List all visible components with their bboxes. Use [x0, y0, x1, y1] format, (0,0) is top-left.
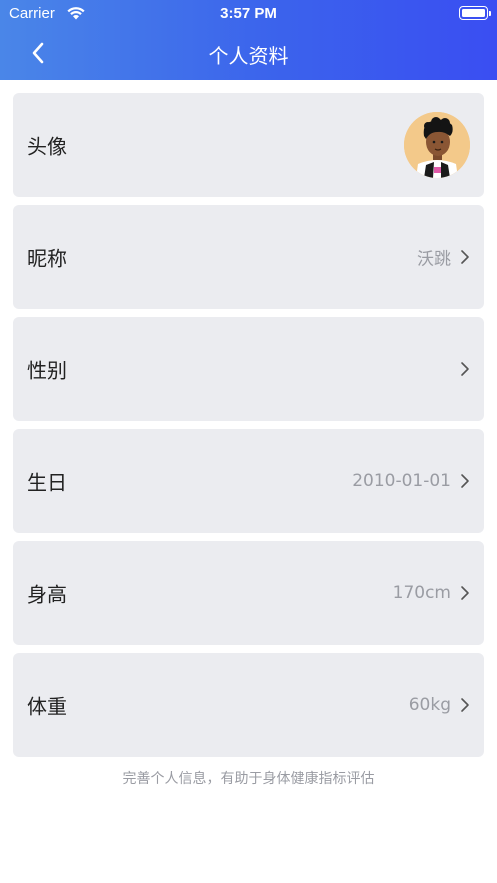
row-label: 头像	[27, 134, 67, 159]
status-bar: Carrier 3:57 PM	[0, 0, 497, 28]
avatar[interactable]	[404, 112, 470, 178]
chevron-right-icon	[461, 474, 469, 488]
row-value: 沃跳	[417, 249, 451, 270]
status-time: 3:57 PM	[220, 5, 277, 22]
battery-icon	[459, 6, 491, 20]
row-label: 身高	[27, 582, 67, 607]
row-label: 性别	[27, 358, 67, 383]
chevron-right-icon	[461, 586, 469, 600]
row-height[interactable]: 身高 170cm	[13, 541, 484, 645]
page-title: 个人资料	[208, 44, 289, 68]
avatar-image	[404, 112, 470, 178]
row-label: 生日	[27, 470, 67, 495]
nav-header: Carrier 3:57 PM 个人资料	[0, 0, 497, 80]
chevron-right-icon	[461, 362, 469, 376]
footer-tip: 完善个人信息，有助于身体健康指标评估	[122, 771, 375, 787]
row-nickname[interactable]: 昵称 沃跳	[13, 205, 484, 309]
chevron-right-icon	[461, 250, 469, 264]
row-weight[interactable]: 体重 60kg	[13, 653, 484, 757]
chevron-right-icon	[461, 698, 469, 712]
row-value: 170cm	[392, 583, 451, 603]
row-value: 2010-01-01	[352, 471, 451, 491]
profile-list: 头像 昵称 沃跳 性别 生日 2010-01-01 身高 170cm 体重 60…	[13, 93, 484, 765]
row-birthday[interactable]: 生日 2010-01-01	[13, 429, 484, 533]
row-avatar[interactable]: 头像	[13, 93, 484, 197]
row-label: 体重	[27, 694, 67, 719]
row-gender[interactable]: 性别	[13, 317, 484, 421]
row-value: 60kg	[408, 695, 451, 715]
row-label: 昵称	[27, 246, 67, 271]
